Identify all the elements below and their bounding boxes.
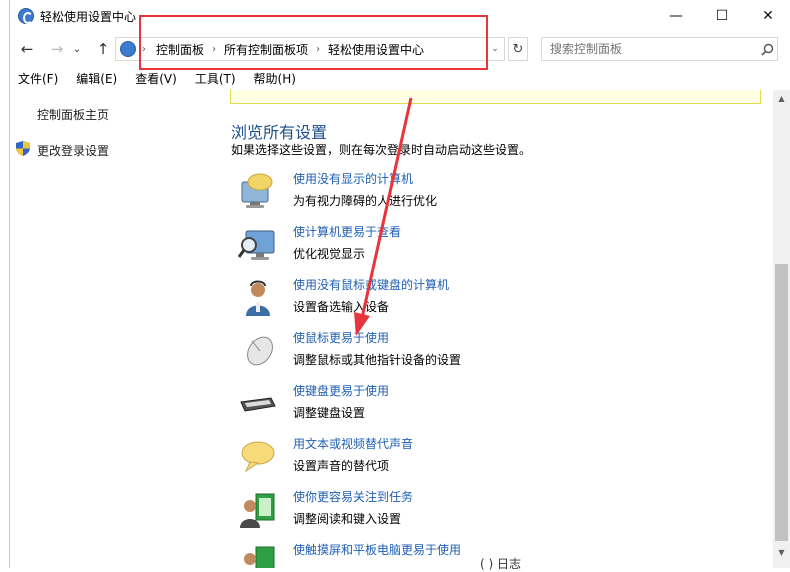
- magnifier-monitor-icon: [238, 230, 275, 260]
- search-icon[interactable]: [757, 43, 777, 56]
- address-bar[interactable]: › 控制面板 › 所有控制面板项 › 轻松使用设置中心 ⌄: [115, 37, 505, 61]
- item-link[interactable]: 使鼠标更易于使用: [293, 329, 389, 346]
- sidebar-item-control-panel-home[interactable]: 控制面板主页: [37, 106, 109, 123]
- mouse-icon: [247, 336, 273, 366]
- section-description: 如果选择这些设置，则在每次登录时自动启动这些设置。: [231, 143, 532, 157]
- maximize-button[interactable]: ☐: [699, 0, 745, 32]
- back-arrow-icon[interactable]: ←: [16, 39, 38, 59]
- ease-of-access-window: 轻松使用设置中心 — ☐ ✕ ← → ⌄ ↑ › 控制面板 › 所有控制面板项 …: [9, 0, 790, 568]
- chevron-right-icon: ›: [212, 43, 217, 55]
- sidebar: 控制面板主页 更改登录设置: [10, 90, 220, 568]
- list-item: 使键盘更易于使用 调整键盘设置: [238, 382, 758, 430]
- item-link[interactable]: 使键盘更易于使用: [293, 382, 389, 399]
- menu-file[interactable]: 文件(F): [18, 70, 58, 87]
- control-panel-icon: [120, 41, 136, 57]
- person-headset-icon: [246, 280, 270, 316]
- scroll-thumb[interactable]: [775, 264, 788, 541]
- breadcrumb-ease-of-access[interactable]: 轻松使用设置中心: [328, 41, 424, 58]
- scroll-down-icon[interactable]: ▼: [773, 544, 790, 560]
- minimize-button[interactable]: —: [653, 0, 699, 32]
- breadcrumb: 控制面板 › 所有控制面板项 › 轻松使用设置中心: [156, 41, 424, 58]
- chevron-right-icon: ›: [142, 43, 146, 55]
- list-item: 使鼠标更易于使用 调整鼠标或其他指针设备的设置: [238, 329, 758, 377]
- ease-of-access-icon: [18, 8, 34, 24]
- scroll-up-icon[interactable]: ▲: [773, 90, 790, 106]
- item-description: 优化视觉显示: [293, 247, 366, 261]
- item-link[interactable]: 使触摸屏和平板电脑更易于使用: [293, 541, 461, 558]
- chevron-right-icon: ›: [316, 43, 321, 55]
- menu-help[interactable]: 帮助(H): [254, 70, 296, 87]
- navigation-bar: ← → ⌄ ↑ › 控制面板 › 所有控制面板项 › 轻松使用设置中心 ⌄ ↻: [10, 32, 790, 66]
- forward-arrow-icon[interactable]: →: [46, 39, 68, 59]
- list-item: 使计算机更易于查看 优化视觉显示: [238, 223, 758, 271]
- recent-locations-dropdown[interactable]: ⌄: [70, 39, 84, 59]
- item-link[interactable]: 使用没有鼠标或键盘的计算机: [293, 276, 449, 293]
- chevron-down-icon[interactable]: ⌄: [486, 38, 504, 60]
- section-title: 浏览所有设置: [231, 123, 328, 142]
- item-description: 调整阅读和键入设置: [293, 512, 402, 526]
- item-description: 调整鼠标或其他指针设备的设置: [293, 353, 462, 367]
- item-link[interactable]: 使你更容易关注到任务: [293, 488, 413, 505]
- menu-view[interactable]: 查看(V): [135, 70, 177, 87]
- speech-bubble-icon: [241, 441, 275, 473]
- sidebar-item-change-sign-in[interactable]: 更改登录设置: [37, 142, 109, 159]
- window-title: 轻松使用设置中心: [40, 10, 137, 24]
- breadcrumb-all-items[interactable]: 所有控制面板项: [224, 41, 308, 58]
- monitor-chat-icon: [241, 173, 273, 208]
- shield-icon: [16, 141, 30, 156]
- person-document-icon: [240, 493, 275, 528]
- item-description: 调整键盘设置: [293, 406, 366, 420]
- up-arrow-icon[interactable]: ↑: [92, 39, 114, 59]
- list-item: 用文本或视频替代声音 设置声音的替代项: [238, 435, 758, 483]
- list-item: 使用没有显示的计算机 为有视力障碍的人进行优化: [238, 170, 758, 218]
- menu-tools[interactable]: 工具(T): [195, 70, 236, 87]
- main-content: 浏览所有设置 如果选择这些设置，则在每次登录时自动启动这些设置。 使用没有显示的…: [220, 90, 774, 568]
- item-link[interactable]: 使用没有显示的计算机: [293, 170, 413, 187]
- background-window-text: ( ) 日志: [480, 557, 521, 571]
- search-box[interactable]: [541, 37, 778, 61]
- title-bar: 轻松使用设置中心 — ☐ ✕: [10, 0, 790, 32]
- list-item: 使你更容易关注到任务 调整阅读和键入设置: [238, 488, 758, 536]
- item-description: 为有视力障碍的人进行优化: [293, 194, 438, 208]
- list-item: 使用没有鼠标或键盘的计算机 设置备选输入设备: [238, 276, 758, 324]
- close-button[interactable]: ✕: [745, 0, 790, 32]
- menu-bar: 文件(F) 编辑(E) 查看(V) 工具(T) 帮助(H): [10, 66, 790, 90]
- person-tablet-icon: [244, 546, 275, 568]
- refresh-button[interactable]: ↻: [508, 37, 528, 61]
- item-description: 设置备选输入设备: [293, 300, 390, 314]
- item-link[interactable]: 使计算机更易于查看: [293, 223, 401, 240]
- search-input[interactable]: [548, 39, 757, 59]
- menu-edit[interactable]: 编辑(E): [76, 70, 117, 87]
- item-link[interactable]: 用文本或视频替代声音: [293, 435, 413, 452]
- breadcrumb-control-panel[interactable]: 控制面板: [156, 41, 204, 58]
- keyboard-icon: [240, 397, 276, 412]
- info-banner: [230, 90, 761, 104]
- vertical-scrollbar[interactable]: ▲ ▼: [773, 90, 790, 568]
- item-description: 设置声音的替代项: [293, 459, 390, 473]
